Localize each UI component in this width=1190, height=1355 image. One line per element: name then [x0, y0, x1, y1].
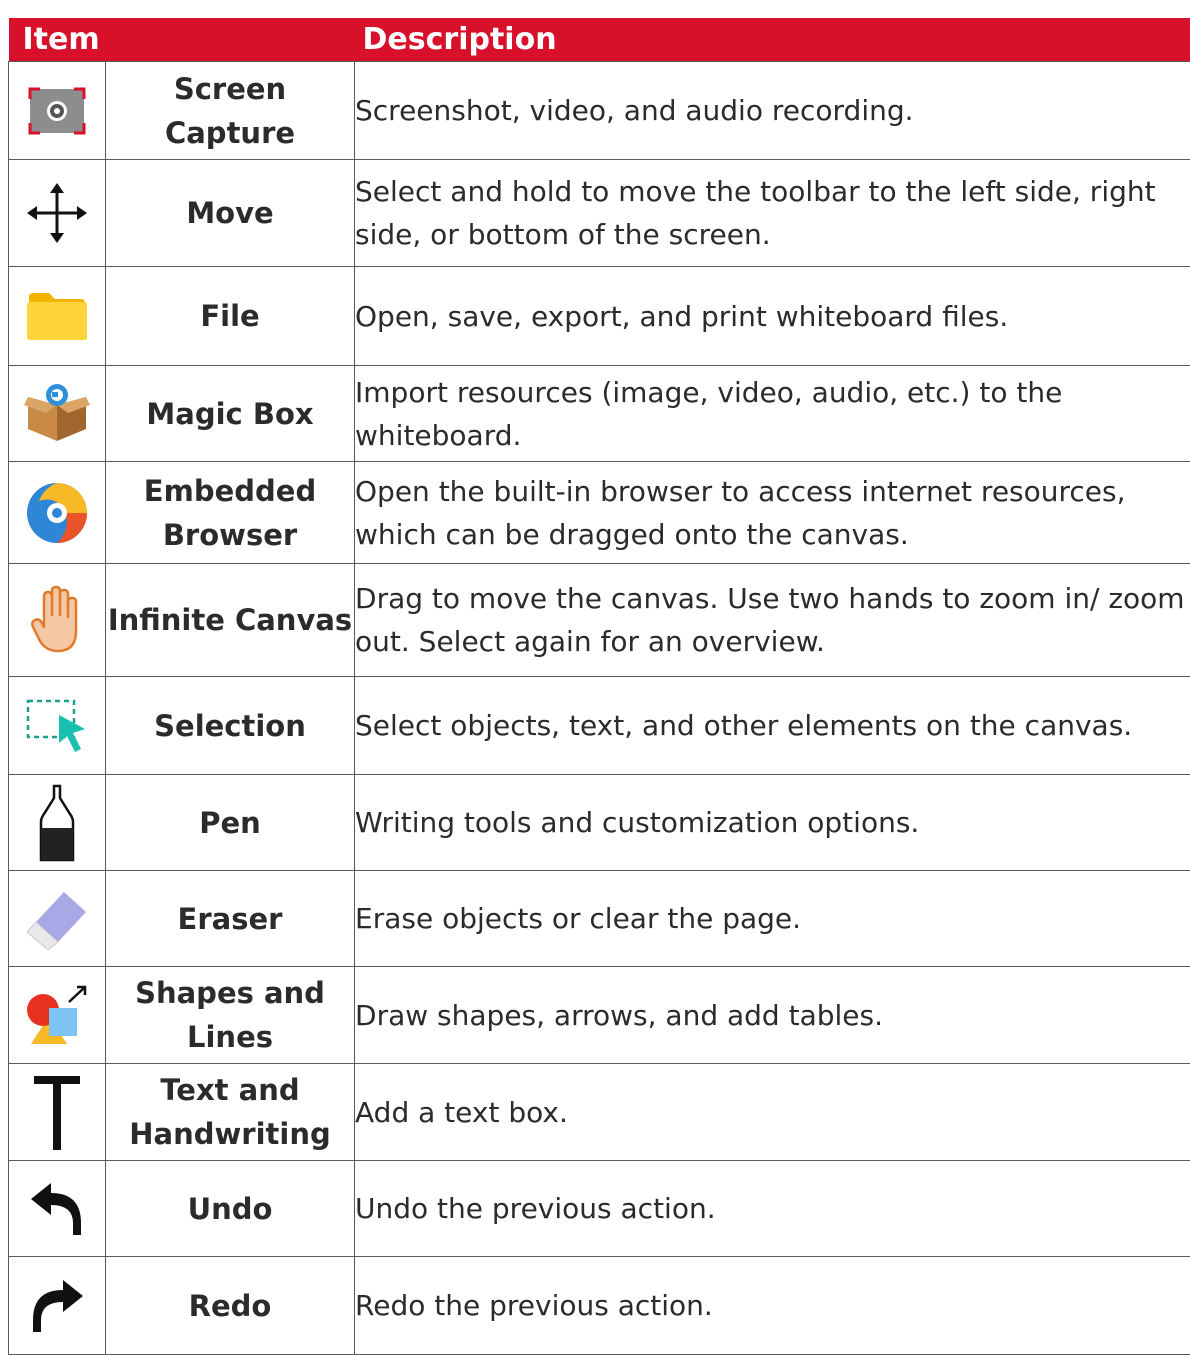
- table-row: Pen Writing tools and customization opti…: [9, 775, 1190, 871]
- eraser-icon: [24, 888, 90, 950]
- row-description: Select objects, text, and other elements…: [355, 677, 1190, 775]
- text-icon: [32, 1072, 82, 1152]
- row-description: Screenshot, video, and audio recording.: [355, 62, 1190, 160]
- table-row: Text and Handwriting Add a text box.: [9, 1064, 1190, 1161]
- table-row: Screen Capture Screenshot, video, and au…: [9, 62, 1190, 160]
- toolbar-items-table: Item Description Screen Capture Screensh…: [8, 18, 1190, 1355]
- row-description: Open the built-in browser to access inte…: [355, 462, 1190, 564]
- row-description: Undo the previous action.: [355, 1161, 1190, 1257]
- move-arrows-icon: [25, 181, 89, 245]
- table-row: Infinite Canvas Drag to move the canvas.…: [9, 564, 1190, 677]
- header-description: Description: [355, 18, 1190, 62]
- row-description: Erase objects or clear the page.: [355, 871, 1190, 967]
- table-row: Redo Redo the previous action.: [9, 1257, 1190, 1355]
- selection-icon: [25, 697, 89, 755]
- table-row: Embedded Browser Open the built-in brows…: [9, 462, 1190, 564]
- browser-icon: [25, 481, 89, 545]
- row-description: Import resources (image, video, audio, e…: [355, 366, 1190, 462]
- row-name: Text and Handwriting: [106, 1064, 355, 1161]
- row-icon-cell: [9, 160, 106, 267]
- row-icon-cell: [9, 1257, 106, 1355]
- row-name: Shapes and Lines: [106, 967, 355, 1064]
- redo-icon: [27, 1276, 87, 1336]
- row-name: Undo: [106, 1161, 355, 1257]
- row-description: Add a text box.: [355, 1064, 1190, 1161]
- shapes-icon: [25, 984, 89, 1046]
- row-description: Drag to move the canvas. Use two hands t…: [355, 564, 1190, 677]
- header-item: Item: [9, 18, 355, 62]
- row-name: Pen: [106, 775, 355, 871]
- table-row: Undo Undo the previous action.: [9, 1161, 1190, 1257]
- row-description: Open, save, export, and print whiteboard…: [355, 267, 1190, 366]
- screen-capture-icon: [26, 85, 88, 137]
- row-name: Infinite Canvas: [106, 564, 355, 677]
- folder-icon: [25, 289, 89, 343]
- row-name: Eraser: [106, 871, 355, 967]
- table-row: File Open, save, export, and print white…: [9, 267, 1190, 366]
- table-row: Shapes and Lines Draw shapes, arrows, an…: [9, 967, 1190, 1064]
- magic-box-icon: [24, 383, 90, 445]
- row-name: Move: [106, 160, 355, 267]
- row-description: Select and hold to move the toolbar to t…: [355, 160, 1190, 267]
- row-name: File: [106, 267, 355, 366]
- hand-icon: [30, 585, 84, 655]
- table-row: Selection Select objects, text, and othe…: [9, 677, 1190, 775]
- row-name: Magic Box: [106, 366, 355, 462]
- row-icon-cell: [9, 871, 106, 967]
- undo-icon: [27, 1179, 87, 1239]
- row-icon-cell: [9, 564, 106, 677]
- row-icon-cell: [9, 462, 106, 564]
- row-description: Redo the previous action.: [355, 1257, 1190, 1355]
- row-icon-cell: [9, 1161, 106, 1257]
- row-name: Screen Capture: [106, 62, 355, 160]
- table-row: Eraser Erase objects or clear the page.: [9, 871, 1190, 967]
- row-icon-cell: [9, 677, 106, 775]
- row-icon-cell: [9, 967, 106, 1064]
- row-name: Redo: [106, 1257, 355, 1355]
- row-icon-cell: [9, 366, 106, 462]
- row-description: Writing tools and customization options.: [355, 775, 1190, 871]
- row-icon-cell: [9, 62, 106, 160]
- row-icon-cell: [9, 267, 106, 366]
- row-description: Draw shapes, arrows, and add tables.: [355, 967, 1190, 1064]
- table-row: Magic Box Import resources (image, video…: [9, 366, 1190, 462]
- table-header-row: Item Description: [9, 18, 1190, 62]
- pen-icon: [37, 784, 77, 862]
- row-icon-cell: [9, 775, 106, 871]
- table-row: Move Select and hold to move the toolbar…: [9, 160, 1190, 267]
- row-name: Selection: [106, 677, 355, 775]
- row-name: Embedded Browser: [106, 462, 355, 564]
- row-icon-cell: [9, 1064, 106, 1161]
